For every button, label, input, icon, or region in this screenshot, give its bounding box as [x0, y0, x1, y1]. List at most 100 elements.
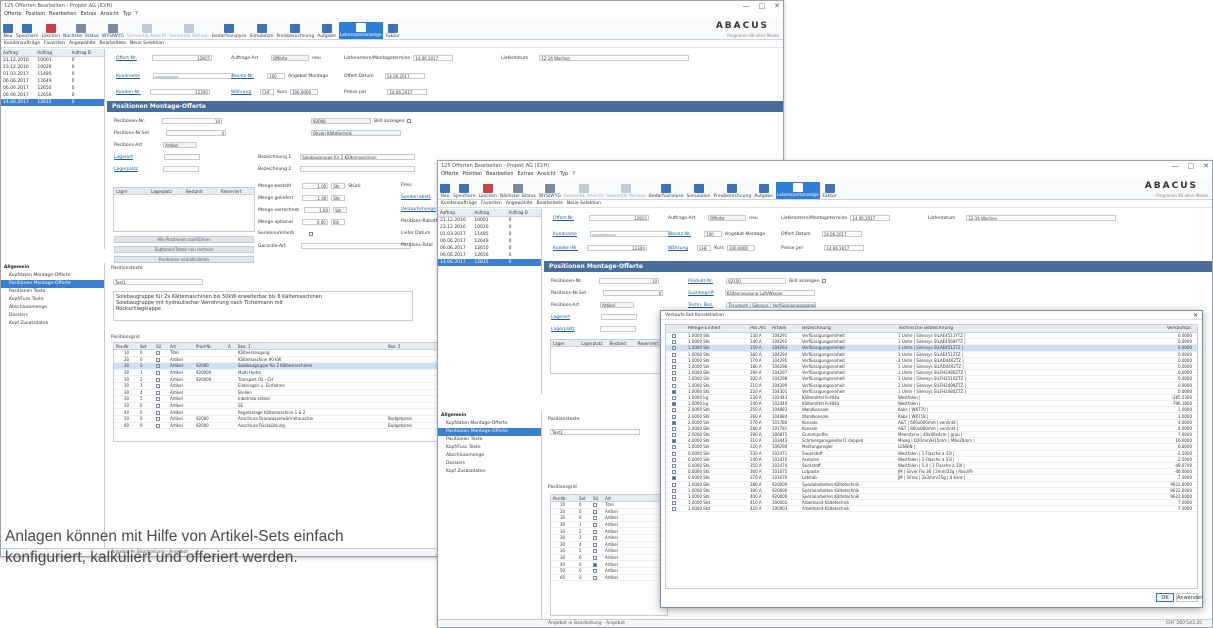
ribbon-button[interactable]: Bedarfsanalyse [649, 184, 684, 199]
order-row[interactable]: 06.06.2017 12650 0 [438, 245, 541, 252]
menu-item[interactable]: Position [463, 171, 482, 177]
minimize-icon[interactable]: — [743, 2, 750, 10]
grid-header-cell[interactable]: Set [577, 496, 591, 501]
customer-field[interactable] [590, 231, 671, 237]
offer-date-field[interactable]: 14.06.2017 [821, 231, 862, 237]
row-checkbox[interactable] [672, 395, 676, 400]
select-cell[interactable] [666, 420, 686, 425]
stock-header-cell[interactable]: Bestand [608, 341, 636, 346]
select-cell[interactable] [666, 352, 686, 357]
order-row[interactable]: 21.12.2016 10001 0 [1, 57, 104, 64]
row-checkbox[interactable] [672, 402, 676, 407]
su-checkbox[interactable] [593, 549, 597, 554]
table-row[interactable]: 60 0 Artikel [551, 575, 667, 582]
grid-header-cell[interactable]: Art [603, 496, 637, 501]
tech-field[interactable]: Tecumseh | Silensys | Verflüssigungsaggr… [726, 302, 817, 308]
image-checkbox[interactable] [407, 119, 412, 123]
row-checkbox[interactable] [672, 389, 676, 394]
su-checkbox[interactable] [156, 423, 160, 428]
selection-tab[interactable]: Neue Selektion [567, 201, 601, 206]
order-row[interactable]: 14.06.2017 12815 0 [438, 259, 541, 266]
table-row[interactable]: 50 0 Artikel [551, 568, 667, 575]
menu-item[interactable]: Ansicht [537, 171, 555, 177]
selection-tab[interactable]: Angewählte [69, 41, 96, 46]
dialog-header-cell[interactable]: Bezeichnung [800, 326, 896, 331]
selection-tab[interactable]: Bearbeitete [100, 41, 126, 46]
select-cell[interactable] [666, 457, 686, 462]
image-checkbox[interactable] [822, 279, 827, 283]
su-checkbox[interactable] [156, 371, 160, 376]
ribbon-button[interactable]: Bedarfsanalyse [212, 24, 247, 39]
su-checkbox[interactable] [156, 404, 160, 409]
su-checkbox[interactable] [593, 516, 597, 521]
su-cell[interactable] [591, 562, 603, 567]
menu-item[interactable]: Ansicht [100, 11, 118, 17]
su-cell[interactable] [591, 535, 603, 541]
ribbon-button[interactable]: Simulation [250, 24, 274, 39]
price-per-field[interactable]: 14.06.2017 [387, 89, 428, 95]
storage-place-field[interactable] [599, 326, 636, 332]
select-cell[interactable] [666, 482, 686, 487]
pos-no-field[interactable]: 10 [599, 278, 659, 284]
select-cell[interactable] [666, 414, 686, 419]
product-name-field[interactable]: Oliven Kältetechnik [311, 130, 401, 136]
qty-calc-field[interactable]: 1.00 [304, 207, 330, 213]
row-checkbox[interactable] [672, 358, 676, 363]
selection-tab[interactable]: Kundenaufträge [4, 41, 40, 46]
menu-item[interactable]: Extras [81, 11, 97, 17]
position-text-box[interactable]: Solebaugruppe für 2x Kältemaschinen bis … [113, 291, 413, 321]
menu-item[interactable]: ? [135, 11, 138, 17]
order-row[interactable]: 21.12.2016 10001 0 [438, 217, 541, 224]
table-row[interactable]: 30 5 Artikel [551, 548, 667, 555]
list-header-cell[interactable]: Auftrag [438, 210, 472, 215]
row-checkbox[interactable] [672, 377, 676, 382]
su-checkbox[interactable] [593, 556, 597, 561]
pos-type-field[interactable]: Artikel [163, 142, 198, 148]
su-cell[interactable] [591, 555, 603, 561]
storage-field[interactable] [164, 154, 201, 160]
delivery-field[interactable]: 14.06.2017 [413, 55, 454, 61]
select-cell[interactable] [666, 358, 686, 363]
su-checkbox[interactable] [593, 529, 597, 534]
row-checkbox[interactable] [672, 445, 676, 450]
su-cell[interactable] [591, 548, 603, 554]
select-cell[interactable] [666, 475, 686, 481]
su-cell[interactable] [154, 370, 168, 376]
storage-place-field[interactable] [162, 166, 199, 172]
su-cell[interactable] [154, 396, 168, 402]
stock-header-cell[interactable]: Lagerplatz [579, 341, 607, 346]
sales-field[interactable]: 100 [704, 231, 723, 237]
maximize-icon[interactable]: □ [1188, 162, 1195, 170]
ok-button[interactable]: OK [1156, 593, 1174, 602]
row-checkbox[interactable] [672, 457, 676, 462]
dialog-header-cell[interactable]: Verkaufspr. [1086, 326, 1194, 331]
dialog-header-cell[interactable]: Artikel [770, 326, 800, 331]
ribbon-button[interactable]: Semantik Ansicht [127, 24, 166, 39]
selection-tab[interactable]: Favoriten [481, 201, 502, 206]
order-row[interactable]: 06.06.2017 12650 0 [1, 85, 104, 92]
action-button[interactable]: Alle Positionen nachführen [114, 236, 254, 243]
pos-type-field[interactable]: Artikel [600, 302, 635, 308]
su-cell[interactable] [154, 377, 168, 382]
stock-header-cell[interactable]: Reserviert [219, 189, 254, 194]
text-tab-select-2[interactable]: Text1 [550, 429, 640, 435]
pos-set-field[interactable]: 0 [603, 290, 664, 296]
select-cell[interactable] [666, 500, 686, 506]
minimize-icon[interactable]: — [1172, 162, 1179, 170]
pos-no-field[interactable]: 10 [162, 118, 222, 124]
row-checkbox[interactable] [672, 426, 676, 431]
su-checkbox[interactable] [156, 364, 160, 369]
ribbon-button[interactable]: Speichern [16, 24, 38, 39]
row-checkbox[interactable] [672, 352, 676, 357]
su-cell[interactable] [591, 515, 603, 521]
list-header-cell[interactable]: Auftrag D [70, 50, 104, 55]
nav-item[interactable]: Kopf/Fuss Texte [438, 444, 541, 452]
order-row[interactable]: 01.03.2017 11485 0 [438, 231, 541, 238]
delivery-weeks-field[interactable]: 12-16 Wochen [539, 55, 690, 61]
su-checkbox[interactable] [156, 417, 160, 422]
select-cell[interactable] [666, 401, 686, 407]
su-cell[interactable] [154, 383, 168, 389]
order-type-field[interactable]: Offerte [271, 55, 310, 61]
select-cell[interactable] [666, 488, 686, 493]
order-row[interactable]: 06.06.2017 12649 0 [1, 78, 104, 85]
